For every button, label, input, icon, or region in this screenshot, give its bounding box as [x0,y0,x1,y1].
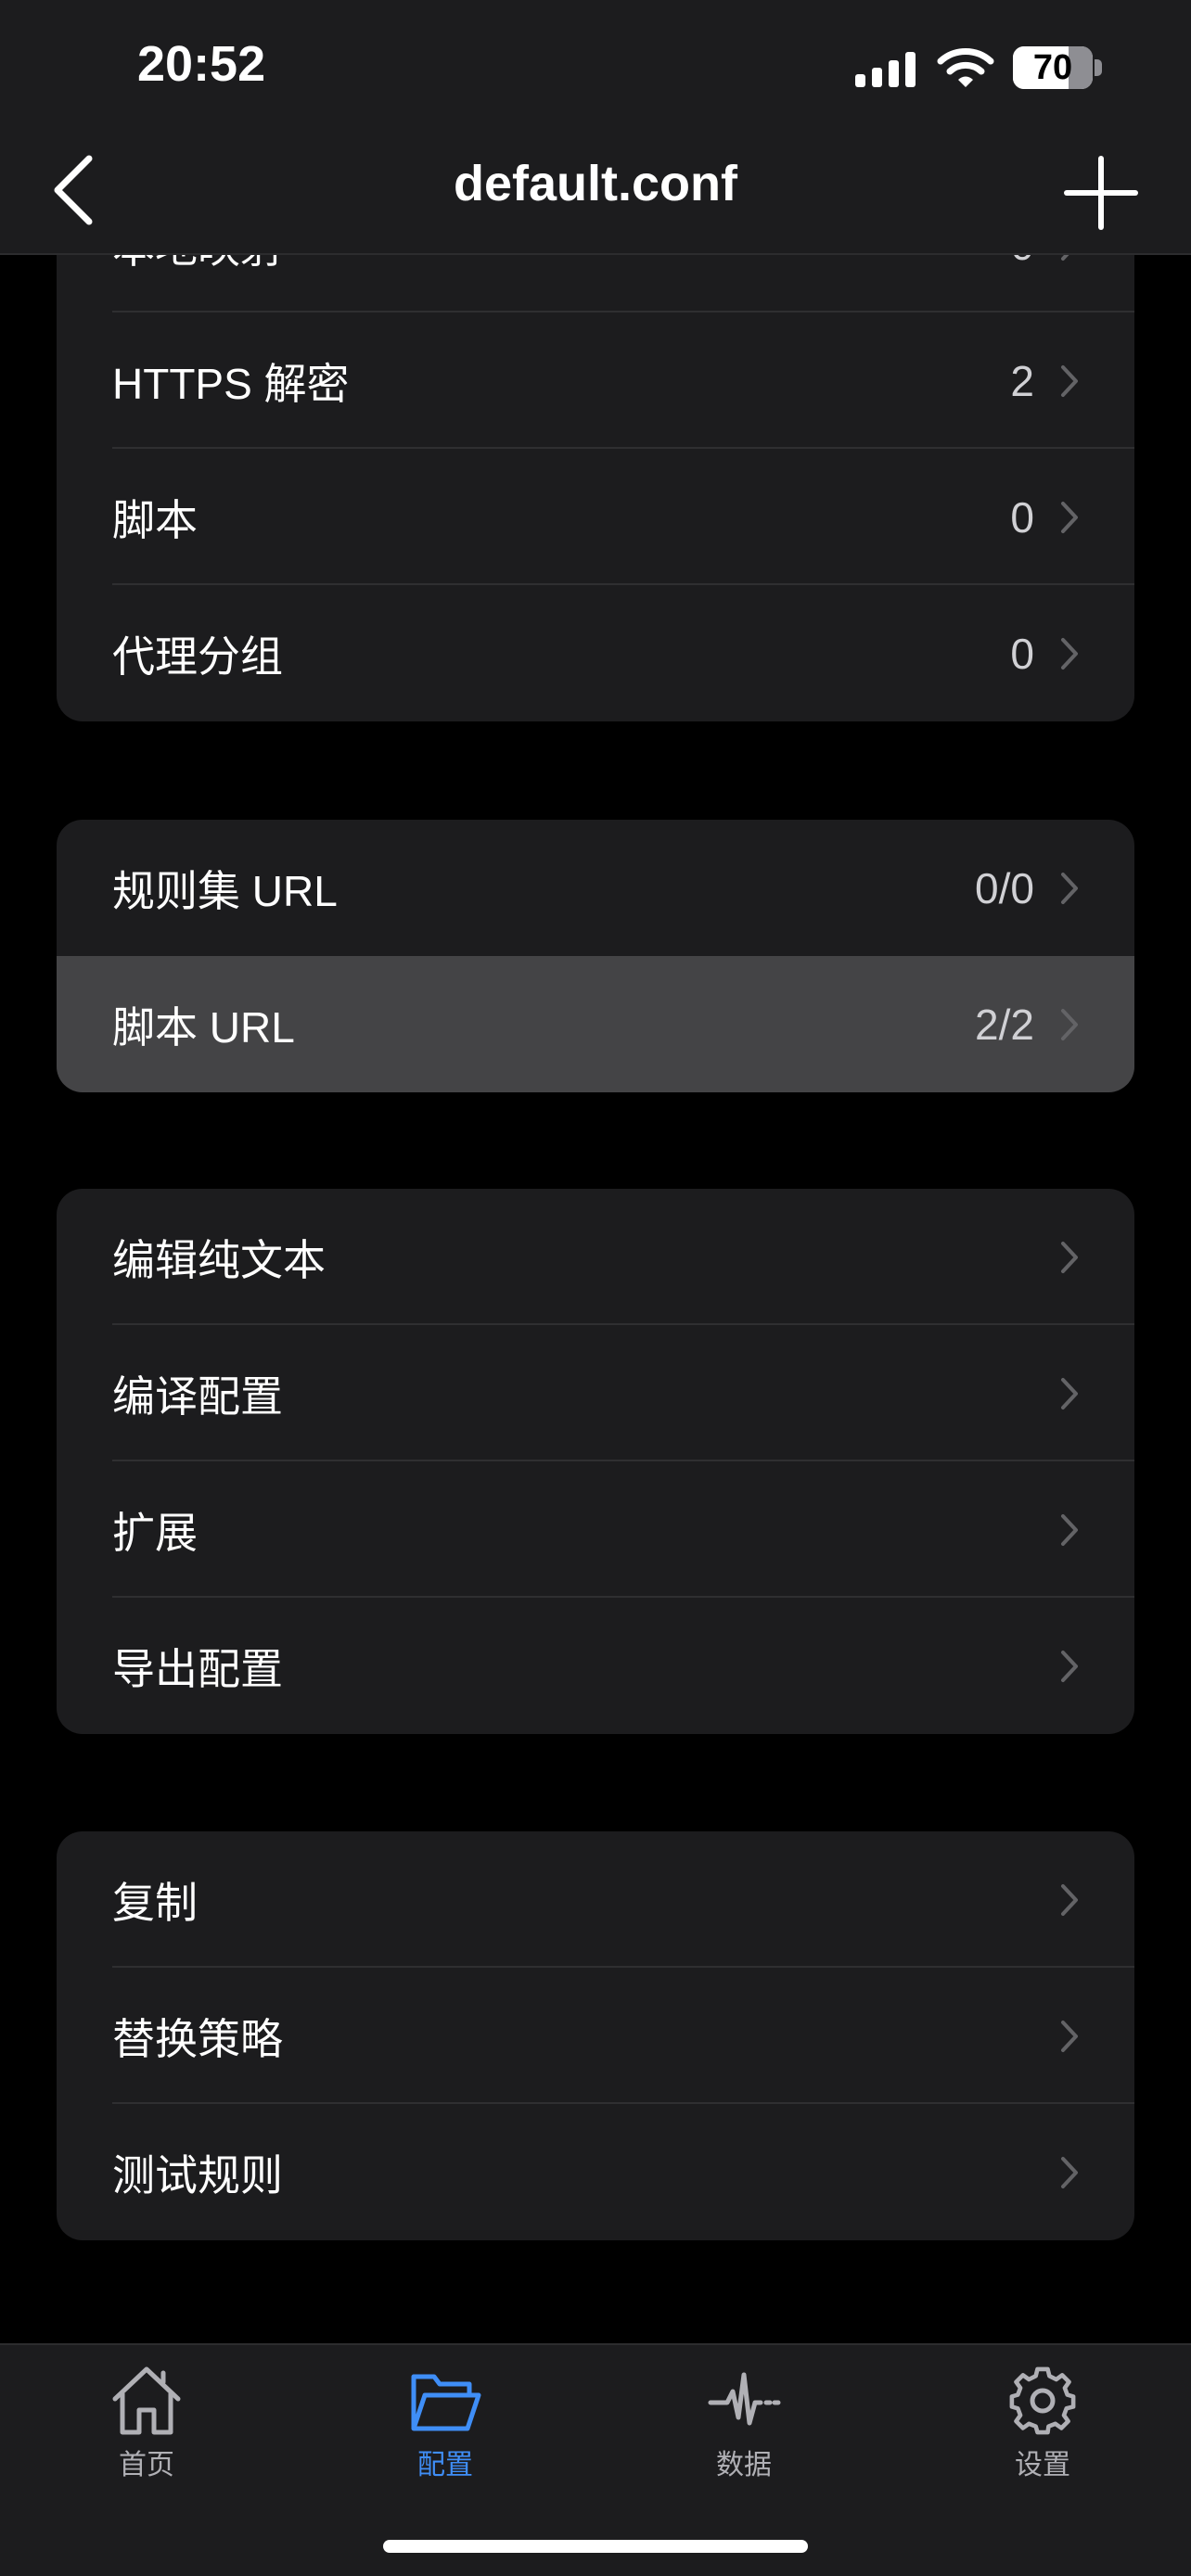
row-value: 2 [1010,356,1034,405]
row-label: 代理分组 [112,631,283,681]
wifi-icon [937,48,994,87]
row-value: 2/2 [975,1000,1034,1049]
battery-icon: 70 [1013,46,1093,89]
row-replace-policy[interactable]: 替换策略 [57,1968,1134,2104]
tab-label: 设置 [1015,2450,1070,2480]
row-export-config[interactable]: 导出配置 [57,1598,1134,1734]
row-proxy-group[interactable]: 代理分组 0 [57,585,1134,721]
chevron-right-icon [1061,1513,1078,1546]
row-label: 测试规则 [112,2150,283,2200]
group-remote-urls: 规则集 URL 0/0 脚本 URL 2/2 [57,820,1134,1092]
config-list: 本地映射 0 HTTPS 解密 2 脚本 0 代理分组 0 [0,0,1191,2576]
row-value: 0 [1010,492,1034,542]
gear-icon [1009,2366,1076,2435]
chevron-right-icon [1061,872,1078,904]
row-label: 编译配置 [112,1371,283,1421]
row-label: 规则集 URL [112,866,338,915]
row-label: HTTPS 解密 [112,359,350,408]
cellular-signal-icon [855,52,916,87]
group-tools: 复制 替换策略 测试规则 [57,1831,1134,2240]
row-value: 0/0 [975,863,1034,912]
plus-icon[interactable] [1063,155,1139,231]
navigation-bar: default.conf [0,134,1191,255]
tab-settings[interactable]: 设置 [950,2366,1135,2482]
chevron-right-icon [1061,2156,1078,2188]
battery-level: 70 [1032,48,1073,87]
row-duplicate[interactable]: 复制 [57,1831,1134,1968]
folder-icon [411,2374,481,2431]
row-label: 替换策略 [112,2014,283,2063]
row-label: 脚本 [112,495,198,544]
row-test-rules[interactable]: 测试规则 [57,2104,1134,2240]
chevron-right-icon [1061,501,1078,533]
app-screen: 本地映射 0 HTTPS 解密 2 脚本 0 代理分组 0 [0,0,1191,2576]
row-edit-plain-text[interactable]: 编辑纯文本 [57,1189,1134,1325]
tab-label: 配置 [417,2450,473,2480]
row-label: 编辑纯文本 [112,1235,326,1284]
row-script-url[interactable]: 脚本 URL 2/2 [57,956,1134,1092]
group-rules: 本地映射 0 HTTPS 解密 2 脚本 0 代理分组 0 [57,176,1134,721]
status-bar: 20:52 70 [0,0,1191,134]
row-ruleset-url[interactable]: 规则集 URL 0/0 [57,820,1134,956]
tab-config[interactable]: 配置 [352,2366,538,2482]
tab-label: 首页 [119,2450,174,2480]
chevron-right-icon [1061,637,1078,670]
battery-tip [1095,59,1102,76]
row-compile-config[interactable]: 编译配置 [57,1325,1134,1461]
row-value: 0 [1010,629,1034,678]
tab-data[interactable]: 数据 [651,2366,837,2482]
page-title: default.conf [454,156,737,211]
row-label: 脚本 URL [112,1002,295,1052]
row-extensions[interactable]: 扩展 [57,1461,1134,1598]
row-https-decrypt[interactable]: HTTPS 解密 2 [57,312,1134,449]
tab-home[interactable]: 首页 [54,2366,239,2482]
house-icon [112,2366,181,2435]
chevron-right-icon [1061,2020,1078,2052]
row-label: 复制 [112,1878,198,1927]
chevron-right-icon [1061,1650,1078,1682]
row-script[interactable]: 脚本 0 [57,449,1134,585]
home-indicator [383,2540,808,2553]
chevron-right-icon [1061,1008,1078,1040]
waveform-icon [708,2372,781,2426]
tab-label: 数据 [716,2450,772,2480]
chevron-right-icon [1061,1241,1078,1273]
group-edit-actions: 编辑纯文本 编译配置 扩展 导出配置 [57,1189,1134,1734]
chevron-right-icon [1061,1377,1078,1409]
row-label: 导出配置 [112,1644,283,1693]
row-label: 扩展 [112,1508,198,1557]
chevron-right-icon [1061,1883,1078,1916]
status-time: 20:52 [137,36,266,92]
chevron-right-icon [1061,364,1078,397]
